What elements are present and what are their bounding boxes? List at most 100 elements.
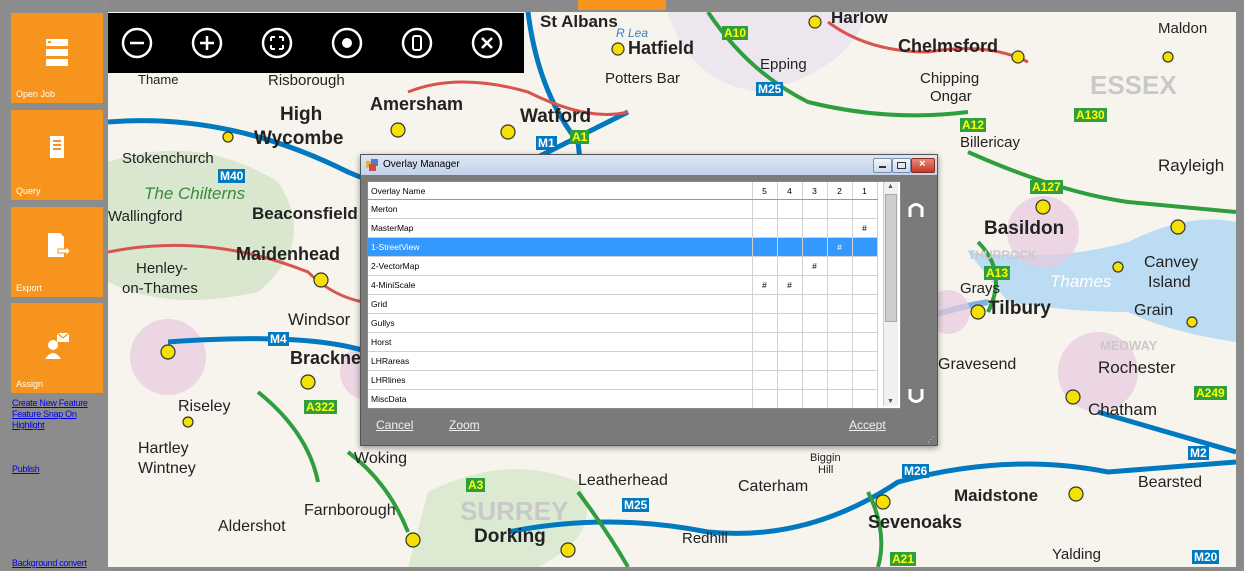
minimize-button[interactable] — [873, 158, 892, 173]
level-cell[interactable] — [802, 275, 828, 295]
table-row[interactable]: LHRareas — [368, 351, 878, 371]
level-cell[interactable] — [752, 313, 778, 333]
level-cell[interactable] — [802, 332, 828, 352]
level-cell[interactable] — [827, 275, 853, 295]
level-cell[interactable] — [802, 294, 828, 314]
level-cell[interactable] — [852, 237, 878, 257]
center-icon[interactable] — [330, 26, 364, 60]
level-cell[interactable] — [802, 218, 828, 238]
level-cell[interactable]: # — [777, 275, 803, 295]
column-header[interactable]: 5 — [752, 182, 778, 200]
zoom-out-icon[interactable] — [120, 26, 154, 60]
maximize-button[interactable] — [892, 158, 911, 173]
table-row[interactable]: 2-VectorMap # — [368, 256, 878, 276]
background-convert-link[interactable]: Background convert — [12, 558, 87, 568]
level-cell[interactable] — [777, 370, 803, 390]
zoom-extent-icon[interactable] — [260, 26, 294, 60]
accept-button[interactable]: Accept — [849, 418, 886, 432]
move-up-icon[interactable] — [905, 199, 927, 221]
level-cell[interactable] — [752, 294, 778, 314]
level-cell[interactable] — [827, 218, 853, 238]
column-header[interactable]: 2 — [827, 182, 853, 200]
level-cell[interactable] — [777, 294, 803, 314]
zoom-in-icon[interactable] — [190, 26, 224, 60]
level-cell[interactable] — [777, 199, 803, 219]
level-cell[interactable] — [827, 351, 853, 371]
feature-snap-link[interactable]: Feature Snap On — [12, 409, 77, 419]
table-row[interactable]: Grid — [368, 294, 878, 314]
overlay-grid[interactable]: Overlay Name 5 4 3 2 1 Merton MasterMap #1… — [367, 181, 901, 409]
table-row[interactable]: MasterMap # — [368, 218, 878, 238]
level-cell[interactable] — [802, 313, 828, 333]
level-cell[interactable]: # — [752, 275, 778, 295]
level-cell[interactable] — [827, 256, 853, 276]
level-cell[interactable] — [752, 389, 778, 408]
zoom-button[interactable]: Zoom — [449, 418, 480, 432]
dialog-titlebar[interactable]: Overlay Manager × — [361, 155, 937, 175]
level-cell[interactable] — [777, 351, 803, 371]
level-cell[interactable] — [827, 389, 853, 408]
pan-icon[interactable] — [400, 26, 434, 60]
overlay-name-cell[interactable]: Gullys — [368, 313, 753, 333]
query-button[interactable]: Query — [11, 110, 103, 200]
level-cell[interactable] — [802, 237, 828, 257]
level-cell[interactable] — [802, 199, 828, 219]
table-row[interactable]: 4-MiniScale # # — [368, 275, 878, 295]
level-cell[interactable] — [827, 370, 853, 390]
level-cell[interactable] — [852, 332, 878, 352]
level-cell[interactable] — [777, 389, 803, 408]
table-row[interactable]: Gullys — [368, 313, 878, 333]
level-cell[interactable] — [752, 199, 778, 219]
export-button[interactable]: Export — [11, 207, 103, 297]
publish-link[interactable]: Publish — [12, 464, 40, 474]
overlay-name-cell[interactable]: 4-MiniScale — [368, 275, 753, 295]
move-down-icon[interactable] — [905, 385, 927, 407]
overlay-name-cell[interactable]: 1-StreetView — [368, 237, 753, 257]
level-cell[interactable] — [752, 351, 778, 371]
column-header[interactable]: Overlay Name — [368, 182, 753, 200]
column-header[interactable]: 1 — [852, 182, 878, 200]
level-cell[interactable] — [752, 332, 778, 352]
level-cell[interactable] — [852, 313, 878, 333]
level-cell[interactable] — [777, 332, 803, 352]
create-new-feature-link[interactable]: Create New Feature — [12, 398, 88, 408]
level-cell[interactable]: # — [802, 256, 828, 276]
scroll-down-icon[interactable]: ▼ — [887, 398, 894, 405]
table-row[interactable]: LHRlines — [368, 370, 878, 390]
level-cell[interactable] — [852, 389, 878, 408]
top-tab-indicator[interactable] — [578, 0, 666, 10]
close-icon[interactable] — [470, 26, 504, 60]
overlay-name-cell[interactable]: MiscData — [368, 389, 753, 408]
grid-scrollbar[interactable]: ▲ ▼ — [883, 182, 898, 406]
scrollbar-thumb[interactable] — [885, 194, 897, 322]
level-cell[interactable] — [827, 332, 853, 352]
overlay-name-cell[interactable]: LHRlines — [368, 370, 753, 390]
overlay-name-cell[interactable]: 2-VectorMap — [368, 256, 753, 276]
open-job-button[interactable]: Open Job — [11, 13, 103, 103]
level-cell[interactable] — [752, 218, 778, 238]
scroll-up-icon[interactable]: ▲ — [887, 183, 894, 190]
overlay-name-cell[interactable]: LHRareas — [368, 351, 753, 371]
table-row[interactable]: 1-StreetView # — [368, 237, 878, 257]
overlay-name-cell[interactable]: Horst — [368, 332, 753, 352]
level-cell[interactable] — [802, 370, 828, 390]
level-cell[interactable] — [777, 313, 803, 333]
level-cell[interactable] — [852, 294, 878, 314]
overlay-name-cell[interactable]: Grid — [368, 294, 753, 314]
level-cell[interactable] — [852, 199, 878, 219]
overlay-name-cell[interactable]: Merton — [368, 199, 753, 219]
level-cell[interactable] — [752, 237, 778, 257]
table-row[interactable]: Horst — [368, 332, 878, 352]
level-cell[interactable] — [827, 199, 853, 219]
table-row[interactable]: Merton — [368, 199, 878, 219]
level-cell[interactable] — [852, 370, 878, 390]
level-cell[interactable] — [827, 294, 853, 314]
highlight-link[interactable]: Highlight — [12, 420, 45, 430]
level-cell[interactable] — [752, 256, 778, 276]
level-cell[interactable] — [802, 389, 828, 408]
level-cell[interactable] — [777, 237, 803, 257]
level-cell[interactable] — [777, 256, 803, 276]
level-cell[interactable] — [777, 218, 803, 238]
level-cell[interactable] — [827, 313, 853, 333]
level-cell[interactable] — [852, 275, 878, 295]
